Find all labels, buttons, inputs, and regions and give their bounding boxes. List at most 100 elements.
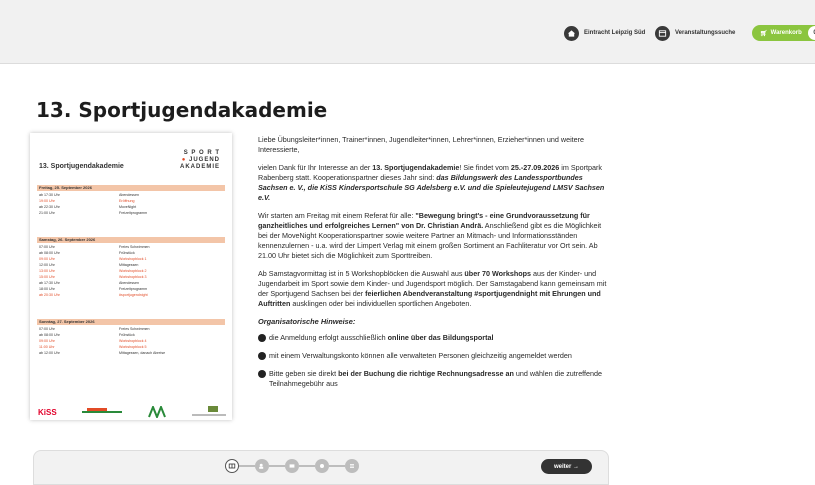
step-participants-icon[interactable] bbox=[255, 459, 269, 473]
schedule-time: ab 08:00 Uhr bbox=[39, 333, 60, 337]
bullet-icon bbox=[258, 370, 266, 378]
step-payment-icon[interactable] bbox=[315, 459, 329, 473]
sponsor-logo-2 bbox=[81, 408, 122, 413]
step-book-icon[interactable] bbox=[225, 459, 239, 473]
step-indicator bbox=[225, 459, 359, 473]
greeting-paragraph: Liebe Übungsleiter*innen, Trainer*innen,… bbox=[258, 135, 585, 154]
schedule-row: 07:00 Uhr Freies Schwimmen bbox=[37, 245, 225, 250]
top-header: Eintracht Leipzig Süd Veranstaltungssuch… bbox=[0, 0, 815, 64]
events-label: Veranstaltungssuche bbox=[675, 30, 736, 36]
schedule-time: 11:00 Uhr bbox=[39, 345, 55, 349]
schedule-desc: Workshopblock 2 bbox=[119, 269, 147, 273]
bullet-icon bbox=[258, 352, 266, 360]
schedule-row: 09:00 Uhr Workshopblock 1 bbox=[37, 257, 225, 262]
saturday-paragraph: Ab Samstagvormittag ist in 5 Workshopblö… bbox=[258, 269, 607, 308]
schedule-row: ab 08:00 Uhr Frühstück bbox=[37, 251, 225, 256]
schedule-row: 12:00 Uhr Mittagessen bbox=[37, 263, 225, 268]
schedule-time: ab 17:30 Uhr bbox=[39, 281, 60, 285]
step-connector bbox=[239, 465, 255, 467]
club-label: Eintracht Leipzig Süd bbox=[584, 30, 646, 36]
schedule-desc: Workshopblock 4 bbox=[119, 339, 147, 343]
schedule-desc: Eröffnung bbox=[119, 199, 135, 203]
schedule-time: 09:00 Uhr bbox=[39, 257, 55, 261]
cart-label: Warenkorb bbox=[770, 30, 802, 36]
schedule-time: 13:00 Uhr bbox=[39, 269, 55, 273]
schedule-desc: Mittagessen, danach Abreise bbox=[119, 351, 166, 355]
schedule-desc: Abendessen bbox=[119, 193, 139, 197]
step-cart-icon[interactable] bbox=[285, 459, 299, 473]
schedule-row: 11:00 Uhr Workshopblock 5 bbox=[37, 345, 225, 350]
org-heading: Organisatorische Hinweise: bbox=[258, 317, 356, 326]
hint-item: die Anmeldung erfolgt ausschließlich onl… bbox=[258, 333, 608, 343]
schedule-row: 18:00 Uhr Freizeitprogramm bbox=[37, 287, 225, 292]
schedule-time: 15:00 Uhr bbox=[39, 275, 55, 279]
schedule-time: ab 12:00 Uhr bbox=[39, 351, 60, 355]
schedule-desc: Frühstück bbox=[119, 251, 135, 255]
schedule-time: ab 17:30 Uhr bbox=[39, 193, 60, 197]
schedule-row: ab 22:30 Uhr MoveNight bbox=[37, 205, 225, 210]
friday-paragraph: Wir starten am Freitag mit einem Referat… bbox=[258, 211, 602, 260]
step-connector bbox=[329, 465, 345, 467]
schedule-desc: MoveNight bbox=[119, 205, 137, 209]
schedule-desc: Freies Schwimmen bbox=[119, 327, 150, 331]
schedule-desc: Frühstück bbox=[119, 333, 135, 337]
events-search-link[interactable]: Veranstaltungssuche bbox=[655, 25, 735, 41]
sponsor-logo-4 bbox=[192, 406, 226, 416]
schedule-desc: Freizeitprogramm bbox=[119, 211, 148, 215]
schedule-day-header: Sonntag, 27. September 2026 bbox=[37, 319, 225, 325]
sponsor-logos: KiSS bbox=[38, 405, 226, 419]
description-text: Liebe Übungsleiter*innen, Trainer*innen,… bbox=[258, 135, 608, 397]
sponsor-logo-3 bbox=[147, 406, 166, 418]
schedule-time: 07:00 Uhr bbox=[39, 245, 55, 249]
schedule-row: 21:00 Uhr Freizeitprogramm bbox=[37, 211, 225, 216]
schedule-row: 15:00 Uhr Workshopblock 3 bbox=[37, 275, 225, 280]
schedule-time: ab 22:30 Uhr bbox=[39, 205, 60, 209]
sportjugend-logo: S P O R T ● JUGEND AKADEMIE bbox=[179, 150, 220, 170]
step-connector bbox=[299, 465, 315, 467]
cart-button[interactable]: 🛒︎ Warenkorb 0 bbox=[752, 25, 815, 41]
schedule-day-header: Samstag, 26. September 2026 bbox=[37, 237, 225, 243]
program-flyer: 13. Sportjugendakademie S P O R T ● JUGE… bbox=[30, 133, 232, 420]
intro-paragraph: vielen Dank für Ihr Interesse an der 13.… bbox=[258, 163, 605, 202]
schedule-row: ab 20:30 Uhr #sportjugendnight bbox=[37, 293, 225, 298]
club-link[interactable]: Eintracht Leipzig Süd bbox=[564, 25, 645, 41]
page-title: 13. Sportjugendakademie bbox=[36, 98, 328, 122]
step-summary-icon[interactable] bbox=[345, 459, 359, 473]
schedule-desc: Workshopblock 5 bbox=[119, 345, 147, 349]
schedule-desc: Workshopblock 1 bbox=[119, 257, 147, 261]
hint-item: mit einem Verwaltungskonto können alle v… bbox=[258, 351, 608, 361]
schedule-day-header: Freitag, 25. September 2026 bbox=[37, 185, 225, 191]
cart-count-badge: 0 bbox=[808, 26, 815, 40]
kiss-logo: KiSS bbox=[38, 407, 57, 417]
schedule-desc: Freizeitprogramm bbox=[119, 287, 148, 291]
home-icon bbox=[564, 25, 579, 41]
schedule-desc: Mittagessen bbox=[119, 263, 139, 267]
schedule-row: ab 12:00 Uhr Mittagessen, danach Abreise bbox=[37, 351, 225, 356]
schedule-row: ab 08:00 Uhr Frühstück bbox=[37, 333, 225, 338]
schedule-time: 21:00 Uhr bbox=[39, 211, 55, 215]
schedule-row: 09:00 Uhr Workshopblock 4 bbox=[37, 339, 225, 344]
flyer-title: 13. Sportjugendakademie bbox=[39, 163, 124, 170]
schedule-desc: Workshopblock 3 bbox=[119, 275, 147, 279]
schedule-time: ab 08:00 Uhr bbox=[39, 251, 60, 255]
schedule-desc: #sportjugendnight bbox=[119, 293, 148, 297]
hint-item: Bitte geben sie direkt bei der Buchung d… bbox=[258, 369, 608, 389]
next-button[interactable]: weiter → bbox=[541, 459, 592, 474]
schedule-time: ab 20:30 Uhr bbox=[39, 293, 60, 297]
schedule-time: 18:00 Uhr bbox=[39, 287, 55, 291]
schedule-time: 09:00 Uhr bbox=[39, 339, 55, 343]
schedule-row: ab 17:30 Uhr Abendessen bbox=[37, 281, 225, 286]
schedule-desc: Abendessen bbox=[119, 281, 139, 285]
schedule-row: ab 17:30 Uhr Abendessen bbox=[37, 193, 225, 198]
schedule-row: 07:00 Uhr Freies Schwimmen bbox=[37, 327, 225, 332]
calendar-search-icon bbox=[655, 25, 670, 41]
schedule-time: 12:00 Uhr bbox=[39, 263, 55, 267]
schedule-row: 19:00 Uhr Eröffnung bbox=[37, 199, 225, 204]
schedule-desc: Freies Schwimmen bbox=[119, 245, 150, 249]
schedule-time: 07:00 Uhr bbox=[39, 327, 55, 331]
schedule-row: 13:00 Uhr Workshopblock 2 bbox=[37, 269, 225, 274]
schedule-time: 19:00 Uhr bbox=[39, 199, 55, 203]
bullet-icon bbox=[258, 334, 266, 342]
cart-icon: 🛒︎ bbox=[760, 30, 768, 37]
step-connector bbox=[269, 465, 285, 467]
